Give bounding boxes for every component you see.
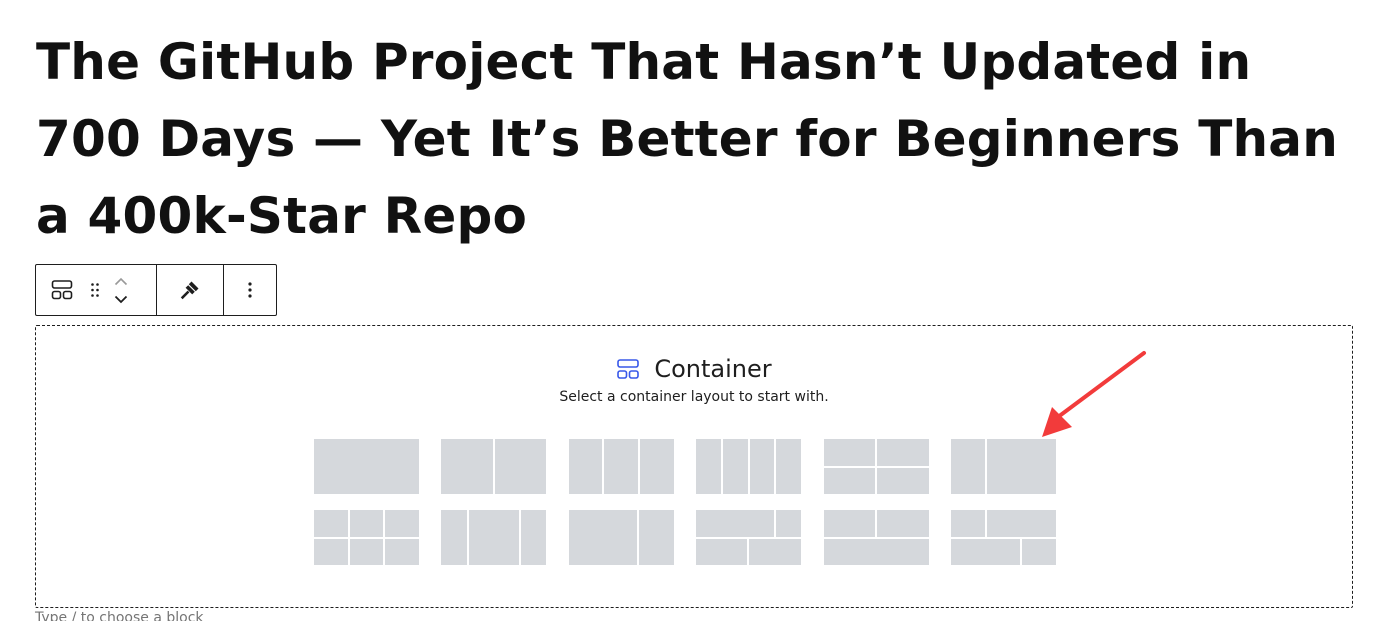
layout-option-3x2-grid[interactable] [314,510,419,565]
layout-option-25-50-25[interactable] [441,510,547,565]
brush-icon [180,281,199,300]
layout-variations [314,439,1056,565]
chevron-down-icon [114,295,128,303]
drag-handle-icon [91,283,99,297]
layout-option-two-rows-a[interactable] [696,510,802,565]
block-type-button[interactable] [36,265,88,315]
post-title[interactable]: The GitHub Project That Hasn’t Updated i… [36,24,1366,255]
layout-option-100[interactable] [314,439,419,494]
container-icon [617,359,640,379]
container-icon [51,280,73,300]
toolbar-group-options [223,265,276,315]
styles-button[interactable] [179,279,201,301]
toolbar-group-style [156,265,223,315]
toolbar-group-block [36,265,156,315]
move-up-button[interactable] [109,272,133,290]
layout-option-50-50[interactable] [441,439,547,494]
drag-handle-button[interactable] [88,265,102,315]
more-vertical-icon [248,282,252,298]
layout-option-33-66[interactable] [950,439,1056,494]
placeholder-instructions: Select a container layout to start with. [559,389,829,405]
block-toolbar [35,264,277,316]
annotation-arrow-icon [1042,351,1146,437]
move-down-button[interactable] [109,290,133,308]
layout-option-two-rows-b[interactable] [823,510,929,565]
layout-option-2x2-grid[interactable] [823,439,929,494]
block-movers [102,265,140,315]
placeholder-header: Container [0,355,1388,383]
default-block-appender[interactable]: Type / to choose a block [35,610,204,621]
layout-option-two-rows-c[interactable] [950,510,1056,565]
options-button[interactable] [247,281,253,299]
chevron-up-icon [114,277,128,285]
layout-option-66-33[interactable] [568,510,674,565]
placeholder-title: Container [654,355,772,383]
layout-option-33-33-33[interactable] [568,439,674,494]
layout-option-25x4[interactable] [696,439,802,494]
